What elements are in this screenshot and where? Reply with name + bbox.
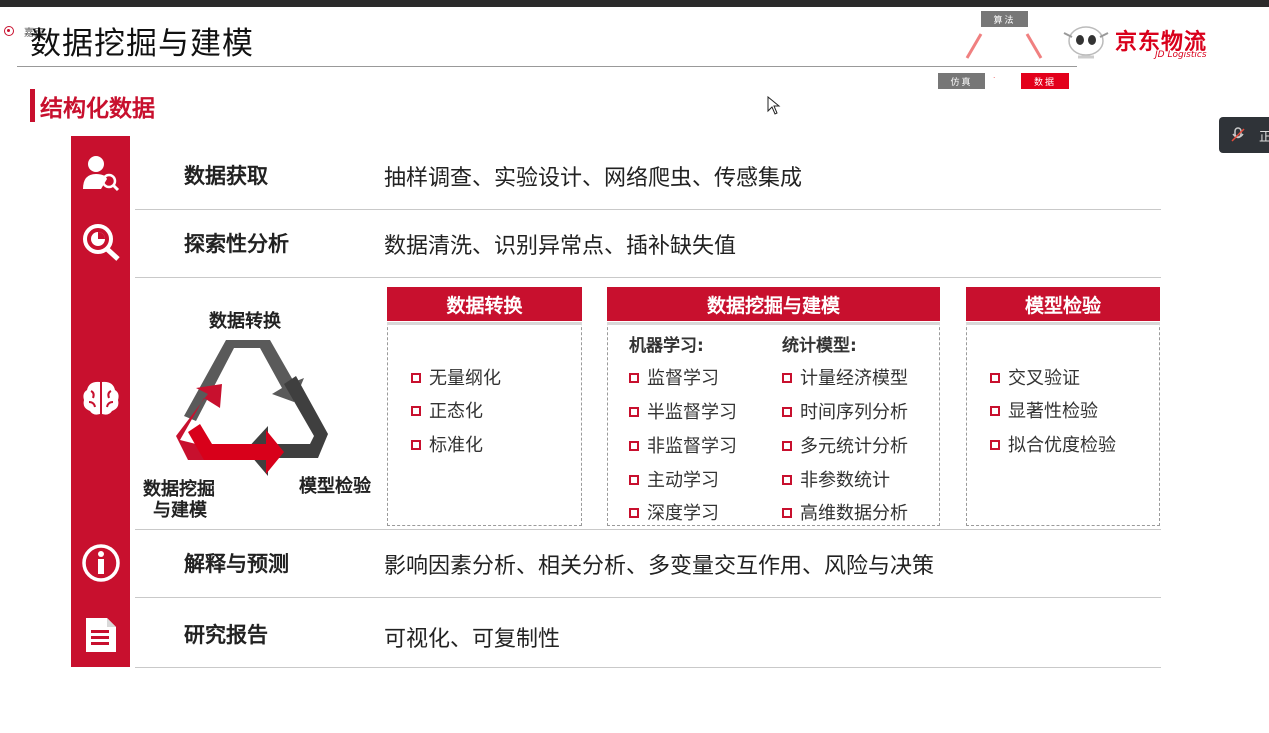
validation-box-title: 模型检验 — [966, 287, 1160, 325]
cycle-label-validation: 模型检验 — [299, 476, 371, 497]
list-item: 半监督学习 — [629, 398, 737, 424]
square-bullet-icon — [411, 406, 421, 416]
row-divider — [135, 277, 1161, 278]
square-bullet-icon — [990, 373, 1000, 383]
row-label-exploration: 探索性分析 — [184, 232, 289, 256]
square-bullet-icon — [411, 373, 421, 383]
window-top-bar — [0, 0, 1269, 7]
transform-box-title: 数据转换 — [387, 287, 582, 325]
row-text-exploration: 数据清洗、识别异常点、插补缺失值 — [384, 234, 737, 259]
brand-name-en: JD Logistics — [1155, 50, 1207, 60]
square-bullet-icon — [782, 475, 792, 485]
info-icon — [82, 544, 120, 582]
square-bullet-icon — [782, 373, 792, 383]
row-divider — [135, 667, 1161, 668]
document-icon — [86, 618, 116, 652]
list-item: 时间序列分析 — [782, 398, 908, 424]
brain-icon — [83, 381, 119, 415]
validation-box: 模型检验 交叉验证 显著性检验 拟合优度检验 — [966, 287, 1160, 526]
record-indicator-icon — [4, 26, 14, 36]
cycle-arrow-top — [184, 340, 304, 421]
transform-box: 数据转换 无量纲化 正态化 标准化 — [387, 287, 582, 526]
recycle-cycle-diagram — [176, 340, 328, 476]
square-bullet-icon — [629, 407, 639, 417]
square-bullet-icon — [629, 508, 639, 518]
square-bullet-icon — [629, 441, 639, 451]
side-panel-tab[interactable]: 正 — [1219, 117, 1269, 153]
cycle-arrow-bottom — [188, 424, 284, 474]
title-divider — [17, 66, 1077, 67]
data-chip: 数据 — [1021, 73, 1069, 89]
square-bullet-icon — [990, 406, 1000, 416]
cycle-label-mining-1: 数据挖掘 — [143, 479, 215, 500]
mouse-cursor-icon — [767, 96, 781, 115]
cycle-label-mining-2: 与建模 — [153, 500, 207, 521]
cycle-label-transform: 数据转换 — [209, 311, 281, 332]
mining-box-title: 数据挖掘与建模 — [607, 287, 940, 325]
list-item: 深度学习 — [629, 499, 719, 525]
logo-triangle-lines — [965, 33, 1043, 78]
stat-heading: 统计模型: — [782, 336, 857, 356]
square-bullet-icon — [411, 440, 421, 450]
row-text-interpretation: 影响因素分析、相关分析、多变量交互作用、风险与决策 — [384, 554, 935, 579]
row-label-acquisition: 数据获取 — [184, 164, 268, 188]
list-item: 监督学习 — [629, 364, 719, 390]
square-bullet-icon — [782, 508, 792, 518]
magnifier-chart-icon — [83, 224, 120, 261]
row-divider — [135, 529, 1161, 530]
row-divider — [135, 597, 1161, 598]
square-bullet-icon — [990, 440, 1000, 450]
square-bullet-icon — [782, 441, 792, 451]
row-label-interpretation: 解释与预测 — [184, 552, 289, 576]
algo-chip: 算法 — [981, 11, 1028, 27]
person-search-icon — [83, 156, 120, 192]
square-bullet-icon — [782, 407, 792, 417]
list-item: 显著性检验 — [990, 397, 1098, 423]
section-title: 结构化数据 — [40, 96, 155, 122]
side-tab-text: 正 — [1259, 130, 1269, 145]
section-marker — [30, 89, 35, 122]
list-item: 标准化 — [411, 431, 483, 457]
list-item: 非监督学习 — [629, 432, 737, 458]
list-item: 多元统计分析 — [782, 432, 908, 458]
mining-box: 数据挖掘与建模 机器学习: 统计模型: 监督学习 半监督学习 非监督学习 主动学… — [607, 287, 940, 526]
mic-muted-icon — [1231, 127, 1245, 142]
list-item: 高维数据分析 — [782, 499, 908, 525]
square-bullet-icon — [629, 475, 639, 485]
list-item: 拟合优度检验 — [990, 431, 1116, 457]
list-item: 计量经济模型 — [782, 364, 908, 390]
row-divider — [135, 209, 1161, 210]
simulation-chip: 仿真 — [938, 73, 985, 89]
list-item: 主动学习 — [629, 466, 719, 492]
square-bullet-icon — [629, 373, 639, 383]
row-text-acquisition: 抽样调查、实验设计、网络爬虫、传感集成 — [384, 166, 803, 191]
jd-mascot-icon — [1063, 26, 1109, 59]
list-item: 交叉验证 — [990, 364, 1080, 390]
list-item: 无量纲化 — [411, 364, 501, 390]
row-label-report: 研究报告 — [184, 623, 268, 647]
list-item: 正态化 — [411, 397, 483, 423]
slide-title: 数据挖掘与建模 — [30, 26, 254, 62]
ml-heading: 机器学习: — [629, 336, 704, 356]
list-item: 非参数统计 — [782, 466, 890, 492]
row-text-report: 可视化、可复制性 — [384, 627, 561, 652]
